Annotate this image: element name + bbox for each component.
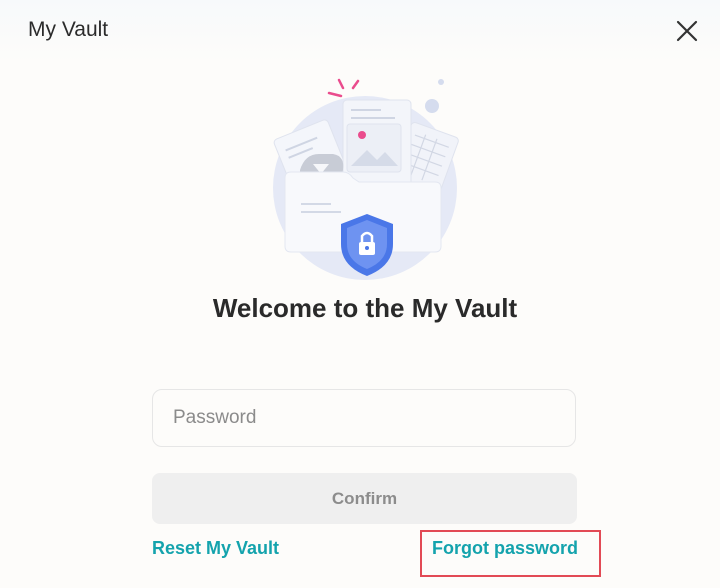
confirm-button[interactable]: Confirm xyxy=(152,473,577,524)
password-field[interactable] xyxy=(152,389,576,447)
password-input[interactable] xyxy=(153,390,575,446)
dialog-title: My Vault xyxy=(28,18,109,41)
reset-vault-link[interactable]: Reset My Vault xyxy=(152,538,279,559)
highlight-box xyxy=(420,530,601,577)
vault-illustration xyxy=(273,78,459,280)
close-icon[interactable] xyxy=(673,17,701,45)
dialog-header: My Vault xyxy=(0,0,720,62)
welcome-heading: Welcome to the My Vault xyxy=(212,293,518,323)
